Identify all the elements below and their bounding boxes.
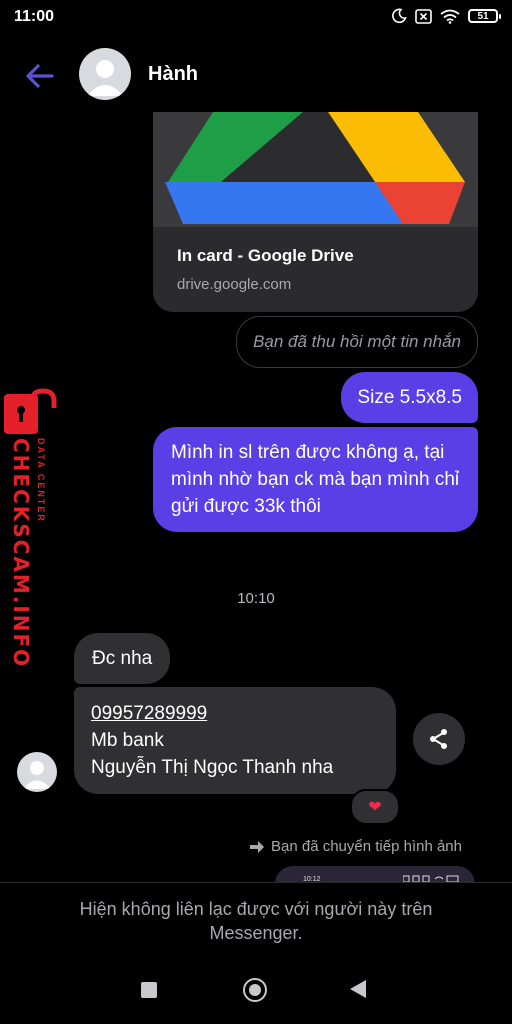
heart-icon: ❤ — [368, 799, 382, 816]
contact-avatar[interactable] — [79, 48, 131, 100]
forward-notice-text: Bạn đã chuyển tiếp hình ảnh — [271, 838, 462, 855]
link-preview-card[interactable]: In card - Google Drive drive.google.com — [153, 112, 478, 312]
checkscam-watermark: CHECKSCAM.INFO DATA CENTER — [2, 388, 58, 669]
heart-reaction[interactable]: ❤ — [350, 789, 400, 825]
forward-arrow-icon — [250, 840, 264, 853]
contact-name[interactable]: Hành — [148, 63, 198, 86]
default-avatar-icon — [87, 60, 123, 96]
recent-apps-button[interactable] — [141, 982, 157, 998]
system-navigation-bar — [0, 958, 512, 1024]
conversation-header: Hành — [0, 40, 512, 112]
status-time: 11:00 — [14, 8, 55, 25]
status-bar: 11:00 51 — [0, 0, 512, 34]
arrow-left-icon — [26, 64, 54, 88]
recalled-message-notice: Bạn đã thu hồi một tin nhắn — [236, 316, 478, 368]
watermark-sub-text: DATA CENTER — [36, 438, 46, 523]
battery-icon: 51 — [468, 9, 501, 23]
account-name-text: Nguyễn Thị Ngọc Thanh nha — [91, 757, 334, 778]
default-avatar-icon — [23, 761, 51, 789]
forward-notice: Bạn đã chuyển tiếp hình ảnh — [249, 838, 462, 855]
incoming-message[interactable]: 09957289999 Mb bank Nguyễn Thị Ngọc Than… — [74, 687, 396, 794]
message-timestamp: 10:10 — [237, 590, 275, 607]
google-drive-logo-image — [153, 112, 478, 227]
bank-name-text: Mb bank — [91, 730, 164, 751]
share-button[interactable] — [413, 713, 465, 765]
share-icon — [430, 729, 447, 749]
unavailable-notice-text: Hiện không liên lạc được với người này t… — [79, 899, 433, 943]
messenger-screen: 11:00 51 Hành In card - Google Drive dri… — [0, 0, 512, 1024]
home-button[interactable] — [243, 978, 267, 1002]
link-card-domain: drive.google.com — [177, 276, 292, 293]
close-box-icon — [415, 8, 432, 24]
unavailable-notice-bar: Hiện không liên lạc được với người này t… — [0, 882, 512, 959]
back-button[interactable] — [22, 58, 58, 94]
system-back-button[interactable] — [350, 980, 366, 998]
outgoing-message[interactable]: Mình in sl trên được không ạ, tại mình n… — [153, 427, 478, 532]
outgoing-message[interactable]: Size 5.5x8.5 — [341, 372, 478, 423]
wifi-icon — [440, 9, 460, 24]
battery-level: 51 — [477, 10, 489, 22]
watermark-main-text: CHECKSCAM.INFO — [9, 438, 33, 669]
incoming-message[interactable]: Đc nha — [74, 633, 171, 684]
phone-number-link[interactable]: 09957289999 — [91, 700, 379, 727]
link-card-title: In card - Google Drive — [177, 246, 354, 265]
status-icons: 51 — [391, 8, 501, 24]
padlock-logo-icon — [4, 388, 57, 434]
sender-avatar[interactable] — [17, 752, 57, 792]
moon-icon — [392, 8, 407, 24]
